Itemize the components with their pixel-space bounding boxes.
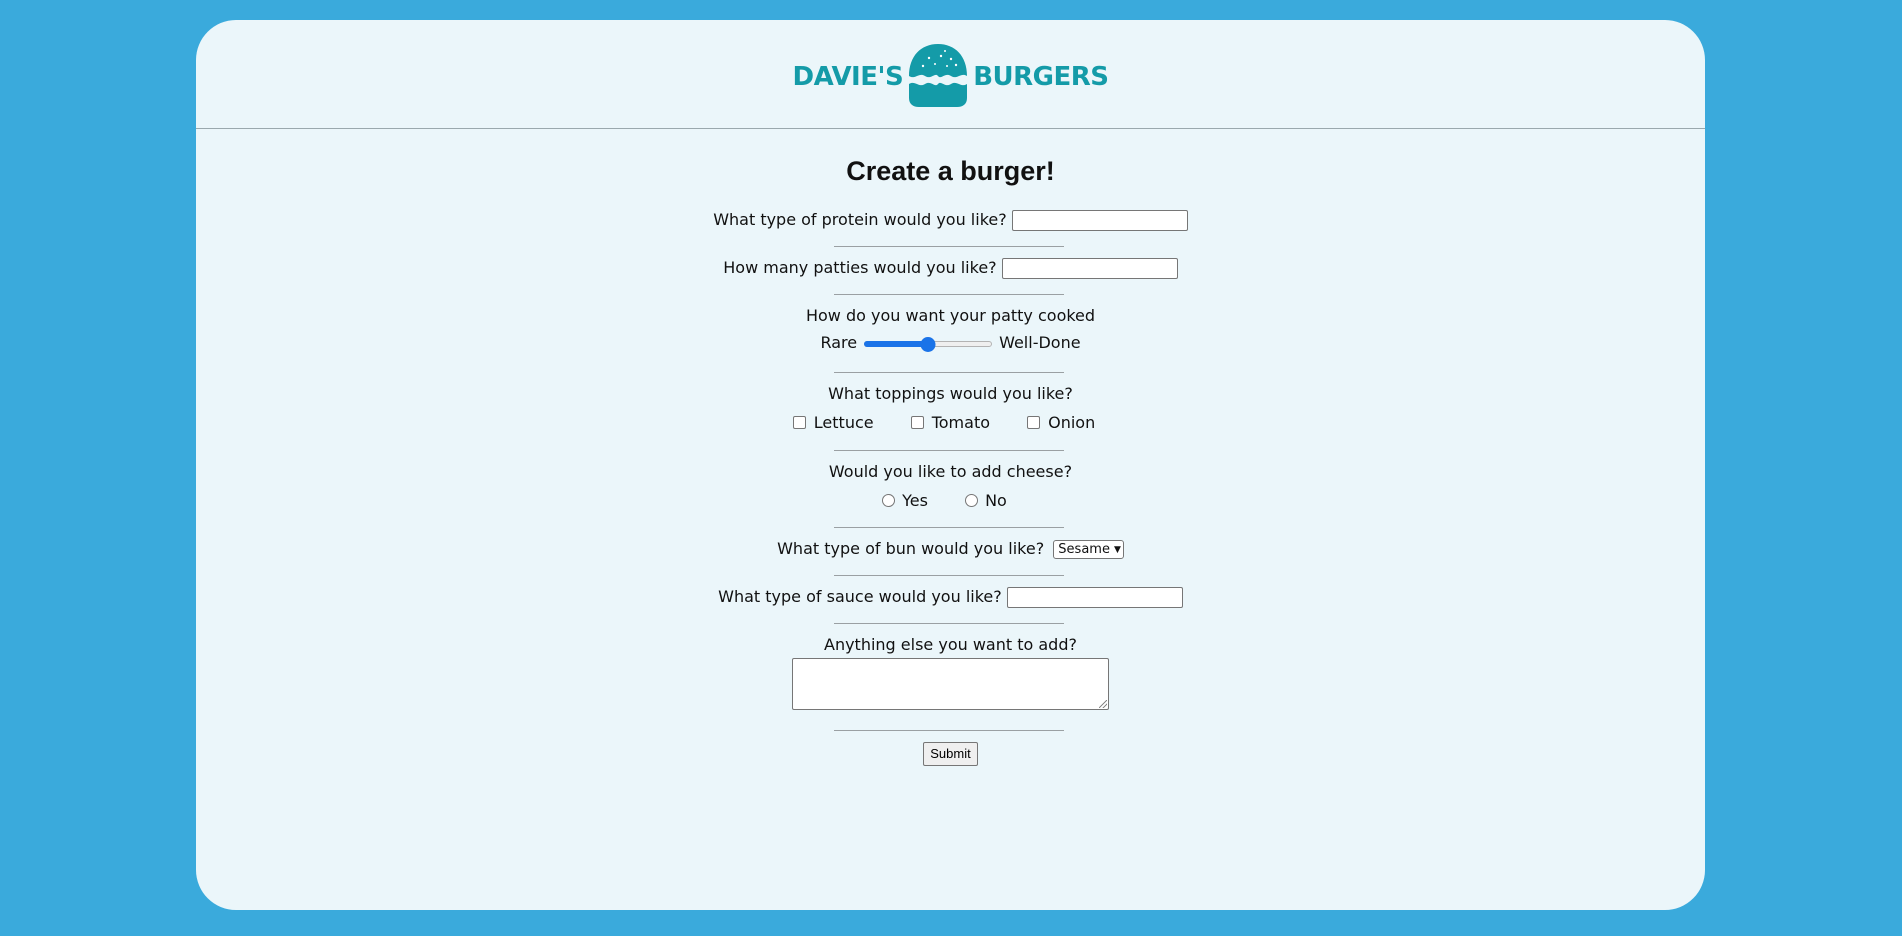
tomato-label: Tomato	[931, 413, 990, 432]
divider	[834, 623, 1064, 624]
protein-label: What type of protein would you like?	[713, 210, 1007, 229]
bun-label: What type of bun would you like?	[777, 539, 1045, 558]
divider	[834, 575, 1064, 576]
toppings-options: Lettuce Tomato Onion	[196, 413, 1705, 433]
patties-input[interactable]	[1001, 258, 1178, 279]
cheese-yes-radio[interactable]	[882, 494, 896, 507]
sauce-label: What type of sauce would you like?	[718, 587, 1002, 606]
cheese-label: Would you like to add cheese?	[828, 462, 1073, 481]
cheese-no[interactable]: No	[965, 491, 1007, 511]
toppings-label: What toppings would you like?	[828, 384, 1073, 403]
divider	[834, 246, 1064, 247]
extra-label: Anything else you want to add?	[824, 635, 1077, 654]
page-title: Create a burger!	[846, 156, 1055, 186]
cheese-no-radio[interactable]	[965, 494, 979, 507]
page-card: DAVIE'S BURGERS Create a burger! What ty…	[196, 20, 1705, 910]
lettuce-label: Lettuce	[813, 413, 874, 432]
extra-field-wrap	[196, 658, 1705, 710]
bun-question: What type of bun would you like? Sesame …	[196, 539, 1705, 559]
tomato-checkbox[interactable]	[910, 416, 924, 429]
topping-onion[interactable]: Onion	[1027, 413, 1095, 433]
well-done-label: Well-Done	[999, 333, 1081, 352]
patties-question: How many patties would you like?	[196, 258, 1705, 279]
slider-thumb[interactable]	[920, 337, 936, 352]
site-header: DAVIE'S BURGERS	[196, 20, 1705, 129]
onion-checkbox[interactable]	[1027, 416, 1041, 429]
bun-selected-value: Sesame	[1058, 541, 1110, 557]
divider	[834, 527, 1064, 528]
rare-label: Rare	[820, 333, 858, 352]
cheese-no-label: No	[985, 491, 1007, 510]
submit-button[interactable]: Submit	[923, 742, 978, 766]
doneness-label: How do you want your patty cooked	[805, 306, 1096, 325]
slider-fill	[864, 341, 929, 347]
submit-row: Submit	[196, 742, 1705, 766]
brand-right-word: BURGERS	[973, 62, 1109, 92]
divider	[834, 294, 1064, 295]
extra-textarea[interactable]	[792, 658, 1109, 710]
cheese-options: Yes No	[196, 491, 1705, 511]
doneness-slider[interactable]	[864, 335, 993, 352]
divider	[834, 450, 1064, 451]
divider	[834, 730, 1064, 731]
brand-left-word: DAVIE'S	[792, 62, 904, 92]
onion-label: Onion	[1048, 413, 1096, 432]
brand-logo[interactable]: DAVIE'S BURGERS	[793, 42, 1109, 112]
topping-lettuce[interactable]: Lettuce	[792, 413, 874, 433]
protein-question: What type of protein would you like?	[196, 210, 1705, 231]
topping-tomato[interactable]: Tomato	[910, 413, 990, 433]
sauce-question: What type of sauce would you like?	[196, 587, 1705, 608]
resize-handle-icon[interactable]	[1099, 700, 1107, 708]
protein-input[interactable]	[1011, 210, 1188, 231]
burger-icon	[907, 42, 969, 112]
cheese-yes-label: Yes	[902, 491, 928, 510]
bun-select[interactable]: Sesame ▼	[1053, 540, 1124, 559]
cheese-yes[interactable]: Yes	[882, 491, 928, 511]
chevron-down-icon: ▼	[1113, 544, 1121, 555]
doneness-row: Rare Well-Done	[196, 333, 1705, 353]
lettuce-checkbox[interactable]	[792, 416, 806, 429]
sauce-input[interactable]	[1006, 587, 1183, 608]
divider	[834, 372, 1064, 373]
patties-label: How many patties would you like?	[723, 258, 997, 277]
